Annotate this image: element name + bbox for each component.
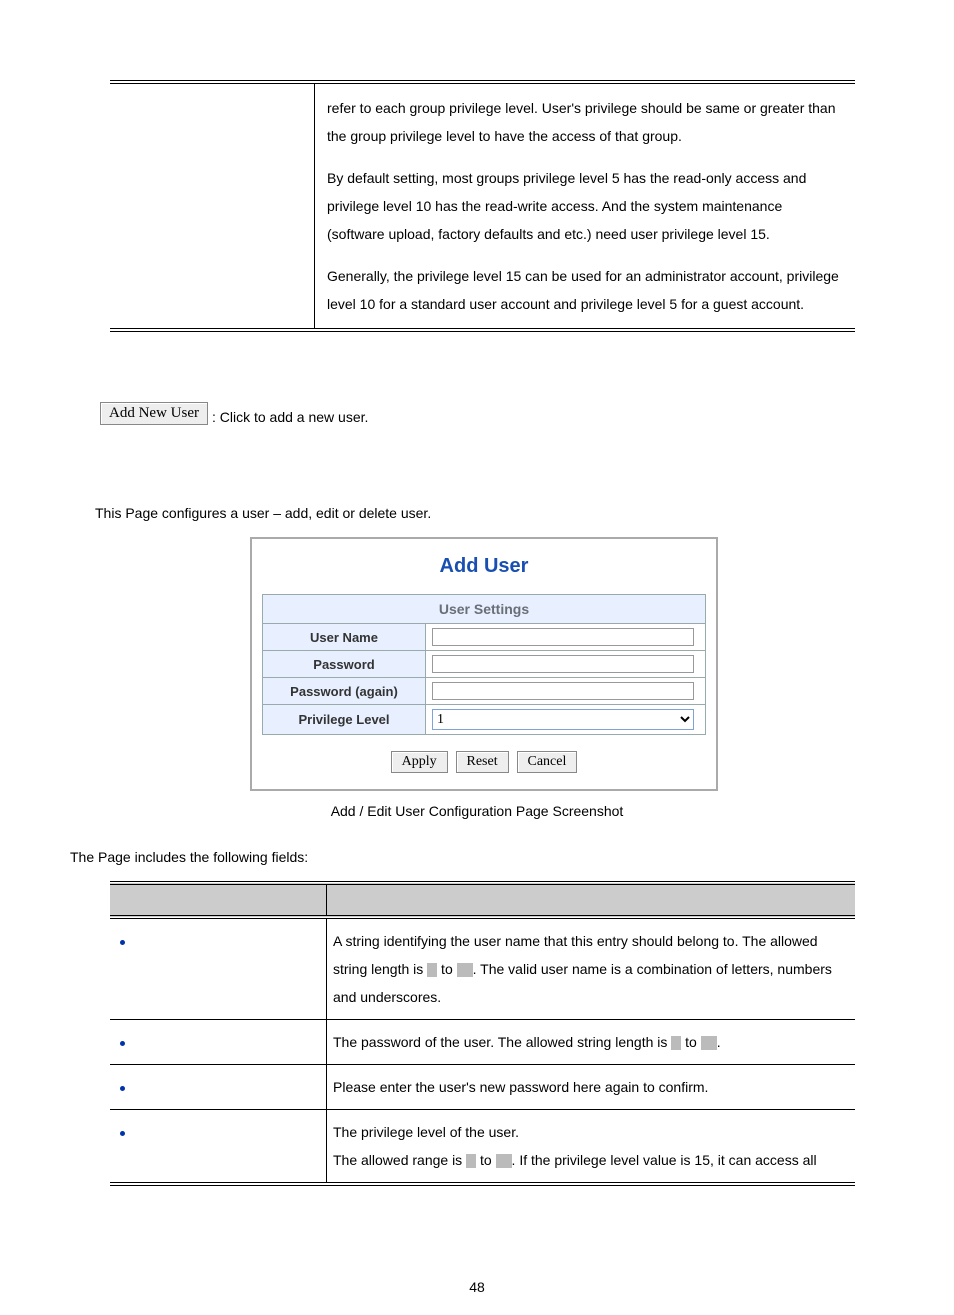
username-input[interactable] bbox=[432, 628, 694, 646]
page-number: 48 bbox=[0, 1279, 954, 1295]
password-label: Password bbox=[263, 651, 426, 678]
apply-button[interactable]: Apply bbox=[391, 751, 448, 773]
user-settings-header: User Settings bbox=[263, 595, 706, 624]
table-row: Please enter the user's new password her… bbox=[110, 1065, 855, 1110]
password-again-input[interactable] bbox=[432, 682, 694, 700]
cancel-button[interactable]: Cancel bbox=[517, 751, 578, 773]
privlevel-desc-b: to bbox=[476, 1152, 495, 1168]
password-desc-b: to bbox=[681, 1034, 700, 1050]
password-desc-a: The password of the user. The allowed st… bbox=[333, 1034, 671, 1050]
priv-paragraph-3: Generally, the privilege level 15 can be… bbox=[327, 262, 843, 318]
range-min-placeholder bbox=[427, 963, 437, 977]
range-min-placeholder bbox=[671, 1036, 681, 1050]
table-row: The password of the user. The allowed st… bbox=[110, 1020, 855, 1065]
bullet-icon bbox=[120, 1086, 125, 1091]
password-desc-c: . bbox=[717, 1034, 721, 1050]
priv-paragraph-1: refer to each group privilege level. Use… bbox=[327, 94, 843, 150]
fields-intro: The Page includes the following fields: bbox=[70, 849, 864, 865]
password-again-desc: Please enter the user's new password her… bbox=[333, 1079, 708, 1095]
privilege-description-table: refer to each group privilege level. Use… bbox=[110, 80, 855, 332]
page-config-description: This Page configures a user – add, edit … bbox=[95, 505, 864, 521]
screenshot-caption: Add / Edit User Configuration Page Scree… bbox=[90, 803, 864, 819]
privilege-label-cell bbox=[110, 82, 315, 330]
add-user-title: Add User bbox=[262, 555, 706, 578]
range-max-placeholder bbox=[457, 963, 473, 977]
privlevel-desc-c: . If the privilege level value is 15, it… bbox=[512, 1152, 817, 1168]
bullet-icon bbox=[120, 940, 125, 945]
privlevel-desc-a: The allowed range is bbox=[333, 1152, 466, 1168]
table-row: A string identifying the user name that … bbox=[110, 917, 855, 1020]
add-user-form: Add User User Settings User Name Passwor… bbox=[250, 537, 718, 791]
add-new-user-button[interactable]: Add New User bbox=[100, 402, 208, 425]
fields-header-description bbox=[327, 883, 856, 917]
password-again-label: Password (again) bbox=[263, 678, 426, 705]
password-input[interactable] bbox=[432, 655, 694, 673]
privlevel-desc-line1: The privilege level of the user. bbox=[333, 1118, 849, 1146]
fields-header-object bbox=[110, 883, 327, 917]
reset-button[interactable]: Reset bbox=[456, 751, 509, 773]
fields-table: A string identifying the user name that … bbox=[110, 881, 855, 1186]
privilege-level-select[interactable]: 1 bbox=[432, 709, 694, 730]
range-max-placeholder bbox=[701, 1036, 717, 1050]
range-min-placeholder bbox=[466, 1154, 476, 1168]
priv-paragraph-2: By default setting, most groups privileg… bbox=[327, 164, 843, 248]
range-max-placeholder bbox=[496, 1154, 512, 1168]
privilege-description-cell: refer to each group privilege level. Use… bbox=[315, 82, 856, 330]
bullet-icon bbox=[120, 1131, 125, 1136]
bullet-icon bbox=[120, 1041, 125, 1046]
privilege-level-label: Privilege Level bbox=[263, 705, 426, 735]
username-label: User Name bbox=[263, 624, 426, 651]
table-row: The privilege level of the user. The all… bbox=[110, 1110, 855, 1185]
user-settings-table: User Settings User Name Password Passwor… bbox=[262, 594, 706, 735]
add-new-user-desc: : Click to add a new user. bbox=[212, 409, 368, 425]
username-desc-b: to bbox=[437, 961, 456, 977]
